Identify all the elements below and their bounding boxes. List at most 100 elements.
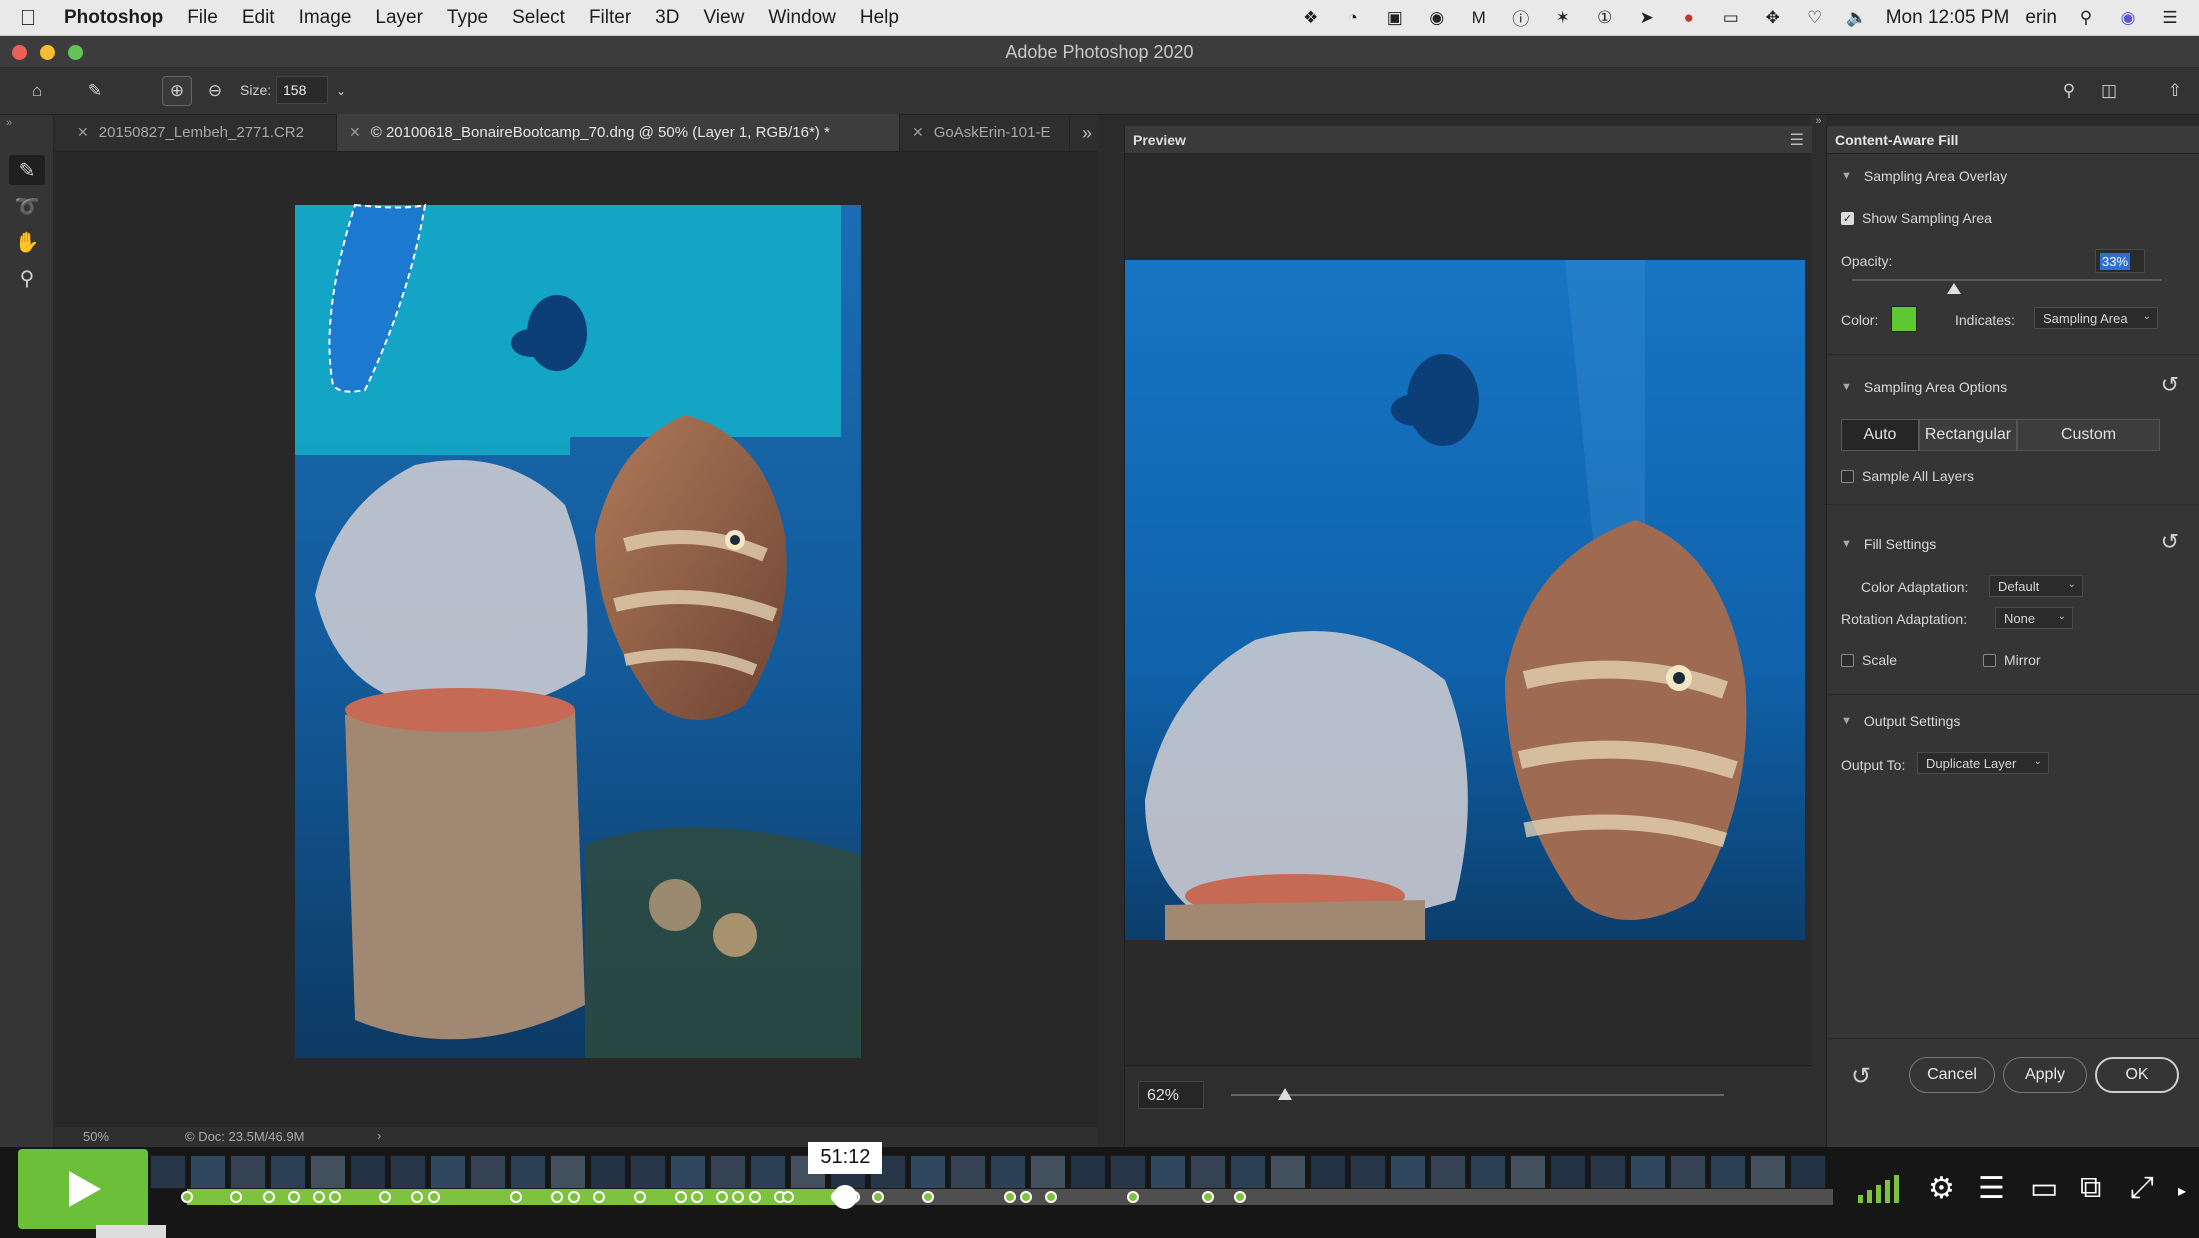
gmail-icon[interactable]: M xyxy=(1466,7,1492,29)
panel-collapse-strip[interactable]: » xyxy=(1811,115,1826,1147)
tab-lembeh[interactable]: ✕ 20150827_Lembeh_2771.CR2 xyxy=(65,114,337,151)
speedometer-icon[interactable]: ◔ xyxy=(1340,7,1366,29)
chapter-marker[interactable] xyxy=(181,1191,193,1203)
show-sampling-area-checkbox[interactable]: ✓ Show Sampling Area xyxy=(1841,210,1992,226)
collapse-tools-icon[interactable]: » xyxy=(6,117,12,129)
menu-layer[interactable]: Layer xyxy=(363,7,435,29)
video-scrub-handle[interactable] xyxy=(833,1185,858,1209)
cancel-button[interactable]: Cancel xyxy=(1909,1057,1995,1093)
move-icon[interactable]: ✥ xyxy=(1760,7,1786,29)
preview-zoom-slider-track[interactable] xyxy=(1231,1094,1724,1096)
chapter-marker[interactable] xyxy=(1201,1191,1214,1203)
section-sampling-area-options[interactable]: ▼ Sampling Area Options xyxy=(1841,379,2007,395)
chapter-marker[interactable] xyxy=(567,1191,580,1203)
chapter-marker[interactable] xyxy=(427,1191,440,1203)
opacity-slider-thumb[interactable] xyxy=(1947,283,1962,294)
close-tab-icon[interactable]: ✕ xyxy=(77,124,89,141)
menu-user[interactable]: erin xyxy=(2025,7,2057,29)
chapter-marker[interactable] xyxy=(1004,1191,1016,1203)
reset-sampling-options-icon[interactable]: ↺ xyxy=(2161,372,2179,398)
document-canvas-image[interactable] xyxy=(55,152,1098,1127)
preview-image[interactable] xyxy=(1125,260,1805,940)
section-output-settings[interactable]: ▼ Output Settings xyxy=(1841,713,1960,729)
spotlight-search-icon[interactable]: ⚲ xyxy=(2073,7,2099,29)
ok-button[interactable]: OK xyxy=(2095,1057,2179,1093)
chapter-marker[interactable] xyxy=(287,1191,300,1203)
info-circle-icon[interactable]: ⓘ xyxy=(1508,7,1534,29)
bluetooth-icon[interactable]: ✶ xyxy=(1550,7,1576,29)
lasso-tool-icon[interactable]: ➰ xyxy=(9,191,45,221)
add-to-sample-icon[interactable]: ⊕ xyxy=(162,76,192,106)
chapter-marker[interactable] xyxy=(312,1191,325,1203)
sample-all-layers-checkbox[interactable]: Sample All Layers xyxy=(1841,468,1974,484)
airplay-icon[interactable]: ▭ xyxy=(2030,1171,2058,1206)
notification-center-icon[interactable]: ☰ xyxy=(2157,7,2183,29)
play-button[interactable] xyxy=(18,1149,148,1229)
chapter-marker[interactable] xyxy=(715,1191,728,1203)
canvas-area[interactable] xyxy=(55,152,1098,1127)
zoom-tool-icon[interactable]: ⚲ xyxy=(9,263,45,293)
section-sampling-area-overlay[interactable]: ▼ Sampling Area Overlay xyxy=(1841,168,2007,184)
size-input[interactable]: 158 xyxy=(276,76,328,104)
fullscreen-icon[interactable]: ⤢ xyxy=(2130,1171,2154,1205)
search-icon[interactable]: ⚲ xyxy=(2054,76,2084,106)
menu-3d[interactable]: 3D xyxy=(643,7,691,29)
mode-auto-button[interactable]: Auto xyxy=(1841,419,1919,451)
chapter-marker[interactable] xyxy=(592,1191,605,1203)
record-icon[interactable]: ● xyxy=(1676,7,1702,29)
menu-clock[interactable]: Mon 12:05 PM xyxy=(1886,7,2010,29)
status-menu-chevron-icon[interactable]: › xyxy=(377,1128,381,1143)
arrows-icon[interactable]: ➤ xyxy=(1634,7,1660,29)
settings-gear-icon[interactable]: ⚙ xyxy=(1928,1171,1955,1206)
brush-preset-icon[interactable]: ✎ xyxy=(80,76,110,106)
creative-cloud-icon[interactable]: ◉ xyxy=(1424,7,1450,29)
menu-select[interactable]: Select xyxy=(500,7,577,29)
airplay-icon[interactable]: ▭ xyxy=(1718,7,1744,29)
menu-window[interactable]: Window xyxy=(756,7,848,29)
onepassword-icon[interactable]: ① xyxy=(1592,7,1618,29)
chapter-marker[interactable] xyxy=(378,1191,391,1203)
menu-type[interactable]: Type xyxy=(435,7,500,29)
rotation-adaptation-dropdown[interactable]: None ⌄ xyxy=(1995,607,2073,629)
chapter-marker[interactable] xyxy=(921,1191,934,1203)
mirror-checkbox[interactable]: Mirror xyxy=(1983,652,2041,668)
more-tabs-icon[interactable]: » xyxy=(1082,123,1092,144)
section-fill-settings[interactable]: ▼ Fill Settings xyxy=(1841,536,1936,552)
share-icon[interactable]: ⇧ xyxy=(2160,76,2190,106)
next-arrow-icon[interactable]: ▸ xyxy=(2178,1181,2186,1201)
opacity-input[interactable]: 33% xyxy=(2095,249,2145,273)
tab-bonaire[interactable]: ✕ © 20100618_BonaireBootcamp_70.dng @ 50… xyxy=(337,114,900,151)
display-icon[interactable]: ▣ xyxy=(1382,7,1408,29)
preview-zoom-slider-thumb[interactable] xyxy=(1278,1088,1293,1100)
reset-all-icon[interactable]: ↺ xyxy=(1851,1062,1871,1091)
apply-button[interactable]: Apply xyxy=(2003,1057,2087,1093)
output-to-dropdown[interactable]: Duplicate Layer ⌄ xyxy=(1917,752,2049,774)
indicates-dropdown[interactable]: Sampling Area ⌄ xyxy=(2034,307,2158,329)
menu-edit[interactable]: Edit xyxy=(230,7,287,29)
reset-fill-settings-icon[interactable]: ↺ xyxy=(2161,529,2179,555)
mode-rectangular-button[interactable]: Rectangular xyxy=(1919,419,2017,451)
workspace-icon[interactable]: ◫ xyxy=(2094,76,2124,106)
hand-tool-icon[interactable]: ✋ xyxy=(9,227,45,257)
siri-icon[interactable]: ◉ xyxy=(2115,7,2141,29)
wifi-icon[interactable]: ♡ xyxy=(1802,7,1828,29)
overlay-color-swatch[interactable] xyxy=(1891,306,1917,332)
menu-app-name[interactable]: Photoshop xyxy=(56,7,175,29)
menu-filter[interactable]: Filter xyxy=(577,7,643,29)
apple-menu-icon[interactable]:  xyxy=(0,5,56,31)
picture-in-picture-icon[interactable]: ⧉ xyxy=(2080,1171,2101,1205)
menu-help[interactable]: Help xyxy=(848,7,911,29)
chapter-marker[interactable] xyxy=(748,1191,761,1203)
color-adaptation-dropdown[interactable]: Default ⌄ xyxy=(1989,575,2083,597)
status-zoom[interactable]: 50% xyxy=(83,1129,109,1144)
close-tab-icon[interactable]: ✕ xyxy=(349,124,361,141)
chapter-marker[interactable] xyxy=(633,1191,646,1203)
mode-custom-button[interactable]: Custom xyxy=(2017,419,2160,451)
size-dropdown-chevron-icon[interactable]: ⌄ xyxy=(326,76,356,106)
menu-view[interactable]: View xyxy=(691,7,756,29)
preview-panel-menu-icon[interactable]: ☰ xyxy=(1790,130,1804,150)
preview-zoom-input[interactable]: 62% xyxy=(1138,1081,1204,1109)
menu-file[interactable]: File xyxy=(175,7,230,29)
sampling-brush-tool-icon[interactable]: ✎ xyxy=(9,155,45,185)
chapters-list-icon[interactable]: ☰ xyxy=(1978,1171,2005,1206)
